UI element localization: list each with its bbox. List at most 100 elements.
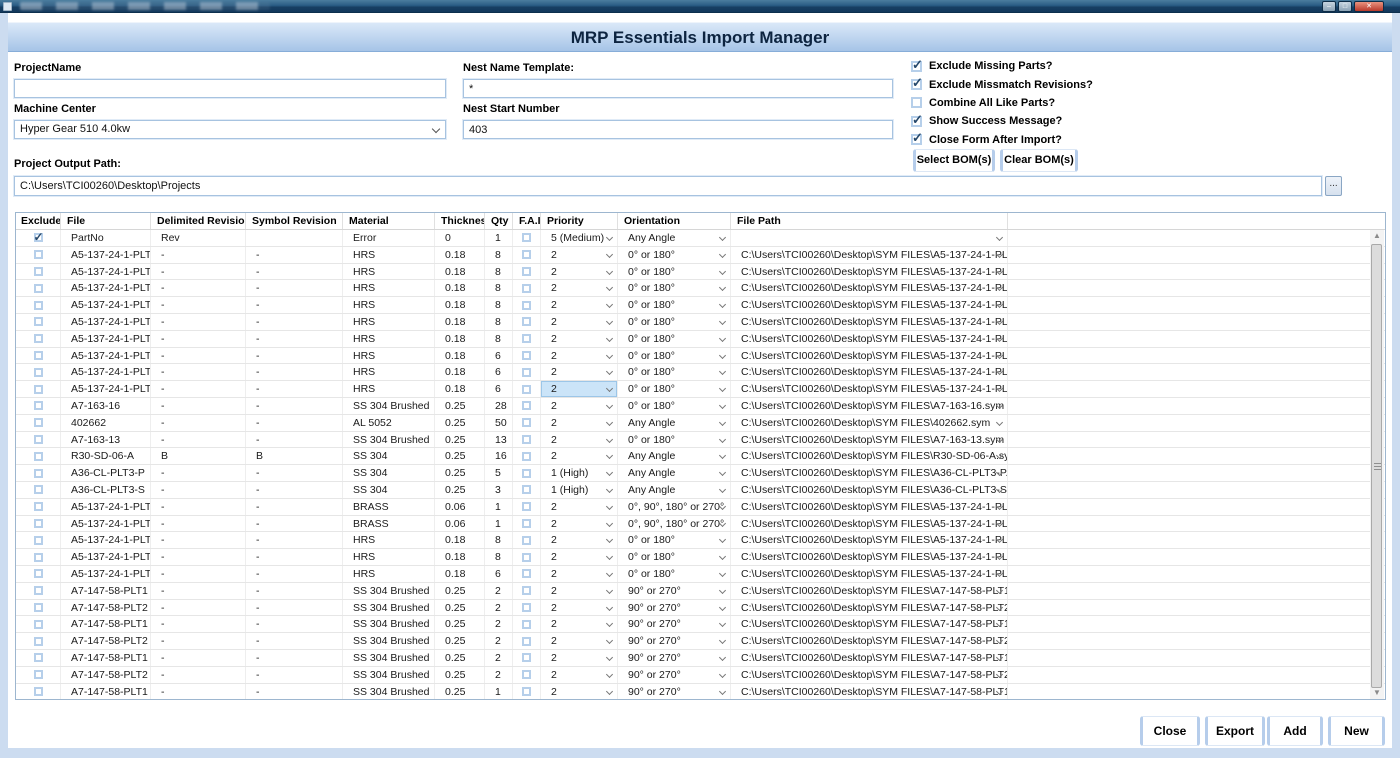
pri-cell[interactable]: 2 bbox=[541, 532, 618, 548]
exclude-checkbox[interactable] bbox=[34, 250, 43, 259]
pri-cell[interactable]: 2 bbox=[541, 348, 618, 364]
ori-cell[interactable]: 90° or 270° bbox=[618, 633, 731, 649]
fai-checkbox[interactable] bbox=[522, 670, 531, 679]
option-checkbox[interactable]: ✓ bbox=[911, 79, 922, 90]
exclude-checkbox[interactable] bbox=[34, 653, 43, 662]
exclude-checkbox[interactable] bbox=[34, 637, 43, 646]
ori-cell[interactable]: Any Angle bbox=[618, 465, 731, 481]
exclude-checkbox[interactable] bbox=[34, 502, 43, 511]
pri-cell[interactable]: 2 bbox=[541, 633, 618, 649]
fai-checkbox[interactable] bbox=[522, 653, 531, 662]
fai-checkbox[interactable] bbox=[522, 368, 531, 377]
path-cell[interactable] bbox=[731, 230, 1008, 246]
pri-cell[interactable]: 2 bbox=[541, 516, 618, 532]
ori-cell[interactable]: 0°, 90°, 180° or 270° bbox=[618, 499, 731, 515]
path-cell[interactable]: C:\Users\TCI00260\Desktop\SYM FILES\4026… bbox=[731, 415, 1008, 431]
exclude-checkbox[interactable] bbox=[34, 267, 43, 276]
exclude-checkbox[interactable]: ✓ bbox=[34, 233, 43, 242]
ori-cell[interactable]: 90° or 270° bbox=[618, 684, 731, 700]
fai-checkbox[interactable] bbox=[522, 569, 531, 578]
pri-cell[interactable]: 2 bbox=[541, 616, 618, 632]
pri-cell[interactable]: 2 bbox=[541, 331, 618, 347]
ori-cell[interactable]: 0° or 180° bbox=[618, 549, 731, 565]
exclude-checkbox[interactable] bbox=[34, 603, 43, 612]
pri-cell[interactable]: 2 bbox=[541, 583, 618, 599]
path-cell[interactable]: C:\Users\TCI00260\Desktop\SYM FILES\A5-1… bbox=[731, 566, 1008, 582]
exclude-checkbox[interactable] bbox=[34, 301, 43, 310]
ori-cell[interactable]: 0° or 180° bbox=[618, 398, 731, 414]
ori-cell[interactable]: 0° or 180° bbox=[618, 348, 731, 364]
ori-cell[interactable]: 0° or 180° bbox=[618, 432, 731, 448]
col-header-sym[interactable]: Symbol Revision bbox=[246, 213, 343, 229]
pri-cell[interactable]: 2 bbox=[541, 549, 618, 565]
machine-center-select[interactable]: Hyper Gear 510 4.0kw bbox=[14, 120, 446, 139]
clear-bom-button[interactable]: Clear BOM(s) bbox=[1000, 149, 1078, 172]
pri-cell[interactable]: 2 bbox=[541, 398, 618, 414]
option-checkbox[interactable]: ✓ bbox=[911, 116, 922, 127]
path-cell[interactable]: C:\Users\TCI00260\Desktop\SYM FILES\A5-1… bbox=[731, 280, 1008, 296]
path-cell[interactable]: C:\Users\TCI00260\Desktop\SYM FILES\A7-1… bbox=[731, 600, 1008, 616]
path-cell[interactable]: C:\Users\TCI00260\Desktop\SYM FILES\A7-1… bbox=[731, 650, 1008, 666]
pri-cell[interactable]: 1 (High) bbox=[541, 465, 618, 481]
ori-cell[interactable]: 90° or 270° bbox=[618, 583, 731, 599]
exclude-checkbox[interactable] bbox=[34, 284, 43, 293]
ori-cell[interactable]: 90° or 270° bbox=[618, 616, 731, 632]
browse-button[interactable]: ... bbox=[1325, 176, 1342, 196]
fai-checkbox[interactable] bbox=[522, 418, 531, 427]
ori-cell[interactable]: 90° or 270° bbox=[618, 650, 731, 666]
col-header-path[interactable]: File Path bbox=[731, 213, 1008, 229]
path-cell[interactable]: C:\Users\TCI00260\Desktop\SYM FILES\A5-1… bbox=[731, 331, 1008, 347]
path-cell[interactable]: C:\Users\TCI00260\Desktop\SYM FILES\A5-1… bbox=[731, 364, 1008, 380]
path-cell[interactable]: C:\Users\TCI00260\Desktop\SYM FILES\A7-1… bbox=[731, 684, 1008, 700]
exclude-checkbox[interactable] bbox=[34, 435, 43, 444]
exclude-checkbox[interactable] bbox=[34, 687, 43, 696]
ori-cell[interactable]: 90° or 270° bbox=[618, 600, 731, 616]
exclude-checkbox[interactable] bbox=[34, 485, 43, 494]
pri-cell[interactable]: 2 bbox=[541, 415, 618, 431]
ori-cell[interactable]: Any Angle bbox=[618, 448, 731, 464]
fai-checkbox[interactable] bbox=[522, 233, 531, 242]
exclude-checkbox[interactable] bbox=[34, 569, 43, 578]
pri-cell[interactable]: 2 bbox=[541, 667, 618, 683]
fai-checkbox[interactable] bbox=[522, 452, 531, 461]
fai-checkbox[interactable] bbox=[522, 351, 531, 360]
ori-cell[interactable]: Any Angle bbox=[618, 415, 731, 431]
pri-cell[interactable]: 2 bbox=[541, 448, 618, 464]
fai-checkbox[interactable] bbox=[522, 250, 531, 259]
exclude-checkbox[interactable] bbox=[34, 368, 43, 377]
pri-cell[interactable]: 2 bbox=[541, 684, 618, 700]
path-cell[interactable]: C:\Users\TCI00260\Desktop\SYM FILES\A5-1… bbox=[731, 297, 1008, 313]
pri-cell[interactable]: 2 bbox=[541, 247, 618, 263]
col-header-file[interactable]: File bbox=[61, 213, 151, 229]
exclude-checkbox[interactable] bbox=[34, 351, 43, 360]
vertical-scrollbar[interactable]: ▲ ▼ bbox=[1370, 230, 1384, 699]
maximize-button[interactable]: □ bbox=[1338, 1, 1352, 12]
pri-cell[interactable]: 2 bbox=[541, 600, 618, 616]
select-bom-button[interactable]: Select BOM(s) bbox=[913, 149, 995, 172]
exclude-checkbox[interactable] bbox=[34, 452, 43, 461]
scroll-down-icon[interactable]: ▼ bbox=[1370, 687, 1384, 699]
path-cell[interactable]: C:\Users\TCI00260\Desktop\SYM FILES\A5-1… bbox=[731, 348, 1008, 364]
exclude-checkbox[interactable] bbox=[34, 418, 43, 427]
path-cell[interactable]: C:\Users\TCI00260\Desktop\SYM FILES\A36-… bbox=[731, 465, 1008, 481]
pri-cell[interactable]: 2 bbox=[541, 280, 618, 296]
option-checkbox[interactable] bbox=[911, 97, 922, 108]
pri-cell[interactable]: 2 bbox=[541, 650, 618, 666]
path-cell[interactable]: C:\Users\TCI00260\Desktop\SYM FILES\A5-1… bbox=[731, 549, 1008, 565]
ori-cell[interactable]: Any Angle bbox=[618, 230, 731, 246]
path-cell[interactable]: C:\Users\TCI00260\Desktop\SYM FILES\A5-1… bbox=[731, 314, 1008, 330]
ori-cell[interactable]: 0° or 180° bbox=[618, 331, 731, 347]
col-header-pri[interactable]: Priority bbox=[541, 213, 618, 229]
path-cell[interactable]: C:\Users\TCI00260\Desktop\SYM FILES\A7-1… bbox=[731, 616, 1008, 632]
fai-checkbox[interactable] bbox=[522, 469, 531, 478]
path-cell[interactable]: C:\Users\TCI00260\Desktop\SYM FILES\A7-1… bbox=[731, 633, 1008, 649]
fai-checkbox[interactable] bbox=[522, 317, 531, 326]
path-cell[interactable]: C:\Users\TCI00260\Desktop\SYM FILES\A7-1… bbox=[731, 398, 1008, 414]
exclude-checkbox[interactable] bbox=[34, 536, 43, 545]
ori-cell[interactable]: Any Angle bbox=[618, 482, 731, 498]
fai-checkbox[interactable] bbox=[522, 519, 531, 528]
pri-cell[interactable]: 2 bbox=[541, 364, 618, 380]
col-header-delim[interactable]: Delimited Revision bbox=[151, 213, 246, 229]
ori-cell[interactable]: 0° or 180° bbox=[618, 314, 731, 330]
ori-cell[interactable]: 0° or 180° bbox=[618, 532, 731, 548]
